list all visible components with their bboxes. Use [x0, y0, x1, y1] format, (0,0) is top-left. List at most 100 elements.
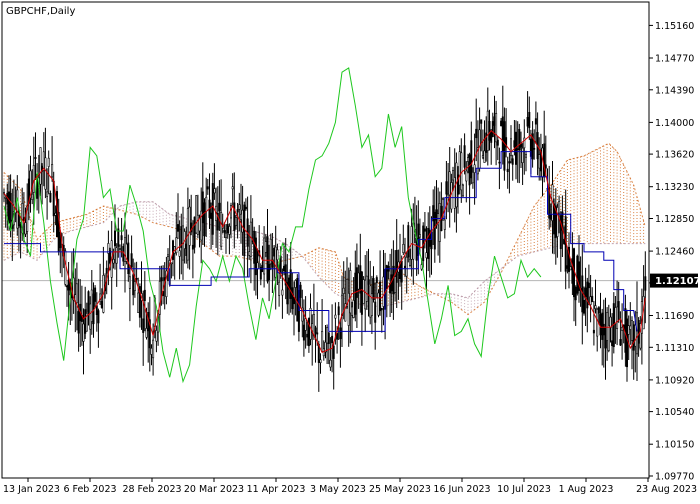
candle-body: [8, 191, 11, 224]
candle-body: [256, 262, 259, 270]
candle-body: [611, 340, 614, 347]
candle-body: [480, 119, 483, 124]
candle-body: [524, 154, 527, 158]
candle-body: [473, 164, 476, 173]
candle-body: [339, 327, 342, 340]
candle-body: [465, 170, 468, 182]
candle-body: [460, 152, 463, 191]
candle-body: [185, 243, 188, 256]
candle-body: [586, 281, 589, 309]
candle-body: [135, 277, 138, 280]
candle-body: [433, 211, 436, 250]
candle-body: [264, 241, 267, 253]
candle-body: [105, 267, 108, 274]
candle-body: [75, 283, 78, 303]
candle-body: [130, 253, 133, 268]
y-tick-label: 1.15160: [655, 21, 694, 32]
candle-body: [347, 292, 350, 326]
x-tick-label: 20 Mar 2023: [184, 484, 244, 495]
candle-body: [177, 224, 180, 232]
candle-body: [188, 206, 191, 246]
candle-body: [509, 138, 512, 157]
candle-body: [225, 232, 228, 238]
candle-body: [94, 287, 97, 302]
candle-body: [82, 323, 85, 342]
candle-body: [254, 237, 257, 276]
candle-body: [526, 117, 529, 127]
x-tick-label: 10 Jul 2023: [497, 484, 551, 495]
candle-body: [304, 318, 307, 331]
candle-body: [592, 329, 595, 334]
candle-body: [172, 240, 175, 260]
candle-body: [195, 195, 198, 234]
candle-body: [438, 203, 441, 242]
candle-body: [453, 177, 456, 209]
candle-body: [458, 151, 461, 186]
candle-body: [319, 359, 322, 363]
candle-body: [405, 256, 408, 277]
candle-body: [566, 265, 569, 269]
y-tick-label: 1.10540: [655, 407, 694, 418]
candle-body: [66, 285, 69, 288]
candle-body: [447, 193, 450, 196]
candle-body: [599, 314, 602, 336]
candle-body: [597, 307, 600, 314]
candle-body: [4, 197, 7, 199]
candle-body: [196, 214, 199, 235]
candle-body: [596, 308, 599, 337]
y-tick-label: 1.12460: [655, 247, 694, 258]
candle-body: [24, 222, 27, 235]
candle-body: [124, 237, 127, 262]
candle-body: [132, 274, 135, 296]
candle-body: [493, 116, 496, 126]
candle-body: [533, 148, 536, 150]
candle-body: [278, 281, 281, 296]
candle-body: [359, 265, 362, 294]
candle-body: [630, 320, 633, 341]
candle-body: [463, 145, 466, 168]
candle-body: [54, 212, 57, 216]
candle-body: [576, 255, 579, 294]
candle-body: [496, 139, 499, 146]
x-tick-label: 28 Feb 2023: [122, 484, 181, 495]
candle-body: [114, 230, 117, 247]
y-tick-label: 1.10150: [655, 440, 694, 451]
candle-body: [294, 280, 297, 288]
candle-body: [418, 234, 421, 238]
chart-window[interactable]: 1.15160 1.14770 1.14390 1.14000 1.13620 1.132…: [0, 0, 700, 500]
candle-body: [273, 247, 276, 257]
candle-body: [498, 161, 501, 164]
candle-body: [89, 303, 92, 330]
candle-body: [160, 277, 163, 282]
candle-body: [602, 323, 605, 336]
candle-body: [518, 129, 521, 151]
candle-body: [621, 326, 624, 331]
candle-body: [329, 359, 332, 368]
candle-body: [365, 275, 368, 302]
candle-body: [39, 147, 42, 185]
candle-body: [461, 184, 464, 197]
candle-body: [291, 287, 294, 310]
candle-body: [128, 276, 131, 289]
candle-body: [218, 202, 221, 212]
y-tick-label: 1.14390: [655, 85, 694, 96]
price-axis: 1.15160 1.14770 1.14390 1.14000 1.13620 1.132…: [649, 21, 694, 483]
candle-body: [205, 196, 208, 212]
price-chart[interactable]: 1.15160 1.14770 1.14390 1.14000 1.13620 1.132…: [0, 0, 700, 500]
candle-body: [236, 209, 239, 213]
candle-body: [604, 327, 607, 349]
candle-body: [355, 267, 358, 298]
current-price-value: 1.12107: [655, 276, 700, 287]
candle-body: [632, 324, 635, 351]
candle-body: [635, 312, 638, 355]
candle-body: [211, 183, 214, 235]
candle-body: [51, 164, 54, 178]
candle-body: [402, 244, 405, 254]
candle-body: [302, 324, 305, 341]
candle-body: [513, 140, 516, 148]
candle-body: [203, 202, 206, 237]
candle-body: [516, 148, 519, 151]
candle-body: [289, 269, 292, 299]
candle-body: [367, 279, 370, 285]
candle-body: [607, 324, 610, 351]
